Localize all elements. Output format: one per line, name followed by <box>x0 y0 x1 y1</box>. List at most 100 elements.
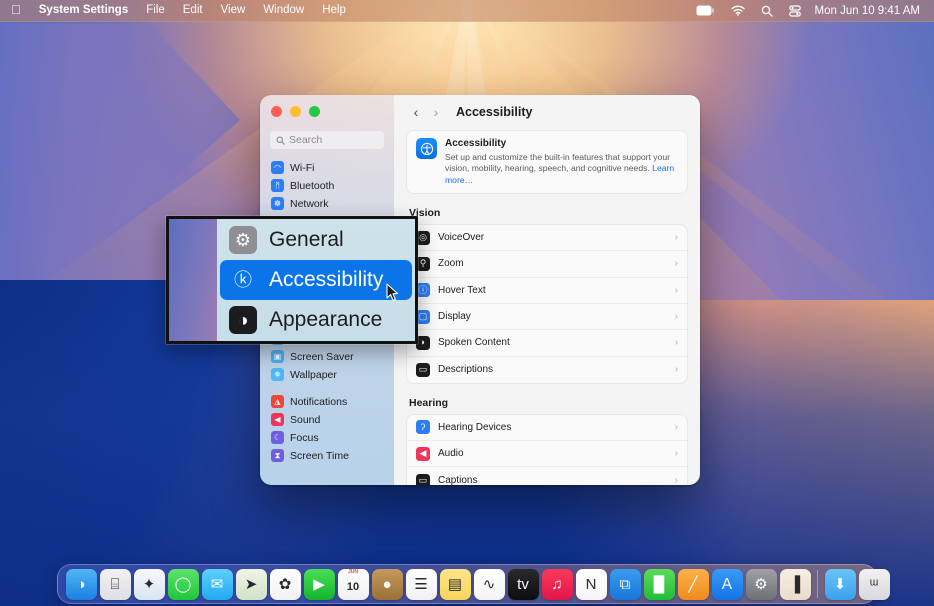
dock-item-photos[interactable]: ✿ <box>270 569 301 600</box>
sidebar-item-bluetooth[interactable]: ᛗBluetooth <box>267 177 387 194</box>
sidebar-item-label: Notifications <box>290 396 347 408</box>
banner-description-text: Set up and customize the built-in featur… <box>445 152 670 174</box>
dock-item-calendar[interactable]: JUN10 <box>338 569 369 600</box>
menu-app-name[interactable]: System Settings <box>30 3 137 19</box>
detail-toolbar: ‹ › Accessibility <box>394 95 700 128</box>
dock-item-trash[interactable]: ᵚ <box>859 569 890 600</box>
sidebar-item-wallpaper[interactable]: ✵Wallpaper <box>267 366 387 383</box>
settings-row-label: Audio <box>438 448 464 459</box>
menu-bar-clock[interactable]: Mon Jun 10 9:41 AM <box>809 5 924 17</box>
voiceover-icon: ◎ <box>416 231 430 245</box>
chevron-right-icon: › <box>675 285 678 296</box>
magnified-item-appearance[interactable]: ◑Appearance <box>220 300 412 340</box>
appearance-icon: ◑ <box>229 306 257 334</box>
settings-row-audio[interactable]: ◀Audio› <box>407 441 687 467</box>
menu-item-window[interactable]: Window <box>254 3 313 19</box>
dock-item-reminders[interactable]: ☰ <box>406 569 437 600</box>
dock-item-keynote[interactable]: ⧉ <box>610 569 641 600</box>
sidebar-item-notifications[interactable]: ◮Notifications <box>267 393 387 410</box>
forward-button[interactable]: › <box>426 105 446 119</box>
dock-item-maps[interactable]: ➤ <box>236 569 267 600</box>
magnified-item-accessibility[interactable]: ⓚAccessibility <box>220 260 412 300</box>
zoom-button[interactable] <box>309 106 320 117</box>
dock: ◑⌸✦◯✉➤✿▶JUN10●☰▤∿tv♫N⧉█╱Ａ⚙▐⬇ᵚ <box>57 564 877 604</box>
chevron-right-icon: › <box>675 364 678 375</box>
dock-item-facetime[interactable]: ▶ <box>304 569 335 600</box>
menu-item-help[interactable]: Help <box>313 3 355 19</box>
settings-row-label: VoiceOver <box>438 232 484 243</box>
screen-time-icon: ⧗ <box>271 449 284 462</box>
settings-row-spoken-content[interactable]: ◗Spoken Content› <box>407 330 687 356</box>
wifi-icon: ◠ <box>271 161 284 174</box>
wallpaper-icon: ✵ <box>271 368 284 381</box>
menu-item-file[interactable]: File <box>137 3 174 19</box>
magnified-item-general[interactable]: ⚙General <box>220 220 412 260</box>
wifi-icon[interactable] <box>723 5 753 16</box>
captions-icon: ▭ <box>416 474 430 485</box>
sidebar-item-label: Screen Time <box>290 450 349 462</box>
dock-item-pages[interactable]: ╱ <box>678 569 709 600</box>
dock-item-safari[interactable]: ✦ <box>134 569 165 600</box>
sidebar-item-screen-saver[interactable]: ▣Screen Saver <box>267 348 387 365</box>
settings-row-label: Hearing Devices <box>438 422 511 433</box>
battery-icon[interactable] <box>688 5 723 16</box>
dock-item-messages[interactable]: ◯ <box>168 569 199 600</box>
dock-item-notes[interactable]: ▤ <box>440 569 471 600</box>
settings-row-captions[interactable]: ▭Captions› <box>407 467 687 485</box>
audio-icon: ◀ <box>416 447 430 461</box>
settings-row-voiceover[interactable]: ◎VoiceOver› <box>407 225 687 251</box>
sidebar-group-spacer <box>267 384 387 393</box>
dock-item-news[interactable]: N <box>576 569 607 600</box>
spoken-content-icon: ◗ <box>416 336 430 350</box>
sidebar-item-label: Wi-Fi <box>290 162 315 174</box>
back-button[interactable]: ‹ <box>406 105 426 119</box>
photos-icon: ✿ <box>279 577 292 592</box>
minimize-button[interactable] <box>290 106 301 117</box>
control-center-icon[interactable] <box>781 5 809 17</box>
screen-saver-icon: ▣ <box>271 350 284 363</box>
settings-row-label: Captions <box>438 475 477 485</box>
search-icon[interactable] <box>753 5 781 17</box>
sidebar-item-network[interactable]: ☸Network <box>267 195 387 212</box>
dock-item-system-settings[interactable]: ⚙ <box>746 569 777 600</box>
settings-group: ʔHearing Devices›◀Audio›▭Captions› <box>406 414 688 485</box>
dock-item-downloads-folder[interactable]: ⬇ <box>825 569 856 600</box>
safari-icon: ✦ <box>143 577 156 592</box>
dock-item-freeform[interactable]: ∿ <box>474 569 505 600</box>
gear-icon: ⚙ <box>229 226 257 254</box>
accessibility-banner: Accessibility Set up and customize the b… <box>406 130 688 194</box>
settings-row-label: Display <box>438 311 471 322</box>
dock-item-mail[interactable]: ✉ <box>202 569 233 600</box>
search-input[interactable]: Search <box>269 130 385 150</box>
dock-item-iphone-mirroring[interactable]: ▐ <box>780 569 811 600</box>
dock-item-numbers[interactable]: █ <box>644 569 675 600</box>
settings-row-hearing-devices[interactable]: ʔHearing Devices› <box>407 415 687 441</box>
dock-item-music[interactable]: ♫ <box>542 569 573 600</box>
sidebar-item-wi-fi[interactable]: ◠ Wi-Fi <box>267 159 387 176</box>
settings-row-hover-text[interactable]: ⓘHover Text› <box>407 278 687 304</box>
dock-item-finder[interactable]: ◑ <box>66 569 97 600</box>
appletv-icon: tv <box>517 577 529 592</box>
dock-item-contacts[interactable]: ● <box>372 569 403 600</box>
settings-row-zoom[interactable]: ⚲Zoom› <box>407 251 687 277</box>
settings-row-descriptions[interactable]: ▭Descriptions› <box>407 357 687 383</box>
music-icon: ♫ <box>551 577 562 592</box>
mail-icon: ✉ <box>211 577 224 592</box>
magnifier-wallpaper-strip <box>169 219 217 341</box>
sidebar-item-focus[interactable]: ☾Focus <box>267 429 387 446</box>
sidebar-item-sound[interactable]: ◀Sound <box>267 411 387 428</box>
dock-item-launchpad[interactable]: ⌸ <box>100 569 131 600</box>
apple-menu-icon[interactable]:  <box>9 3 30 18</box>
dock-item-appstore[interactable]: Ａ <box>712 569 743 600</box>
settings-row-display[interactable]: ▢Display› <box>407 304 687 330</box>
calendar-icon: 10 <box>347 582 359 593</box>
network-icon: ☸ <box>271 197 284 210</box>
hover-text-icon: ⓘ <box>416 283 430 297</box>
page-title: Accessibility <box>456 105 532 119</box>
sidebar-item-screen-time[interactable]: ⧗ Screen Time <box>267 447 387 464</box>
magnifier-content: ⚙GeneralⓚAccessibility◑Appearance <box>217 219 415 341</box>
menu-item-view[interactable]: View <box>212 3 255 19</box>
dock-item-appletv[interactable]: tv <box>508 569 539 600</box>
menu-item-edit[interactable]: Edit <box>174 3 212 19</box>
close-button[interactable] <box>271 106 282 117</box>
